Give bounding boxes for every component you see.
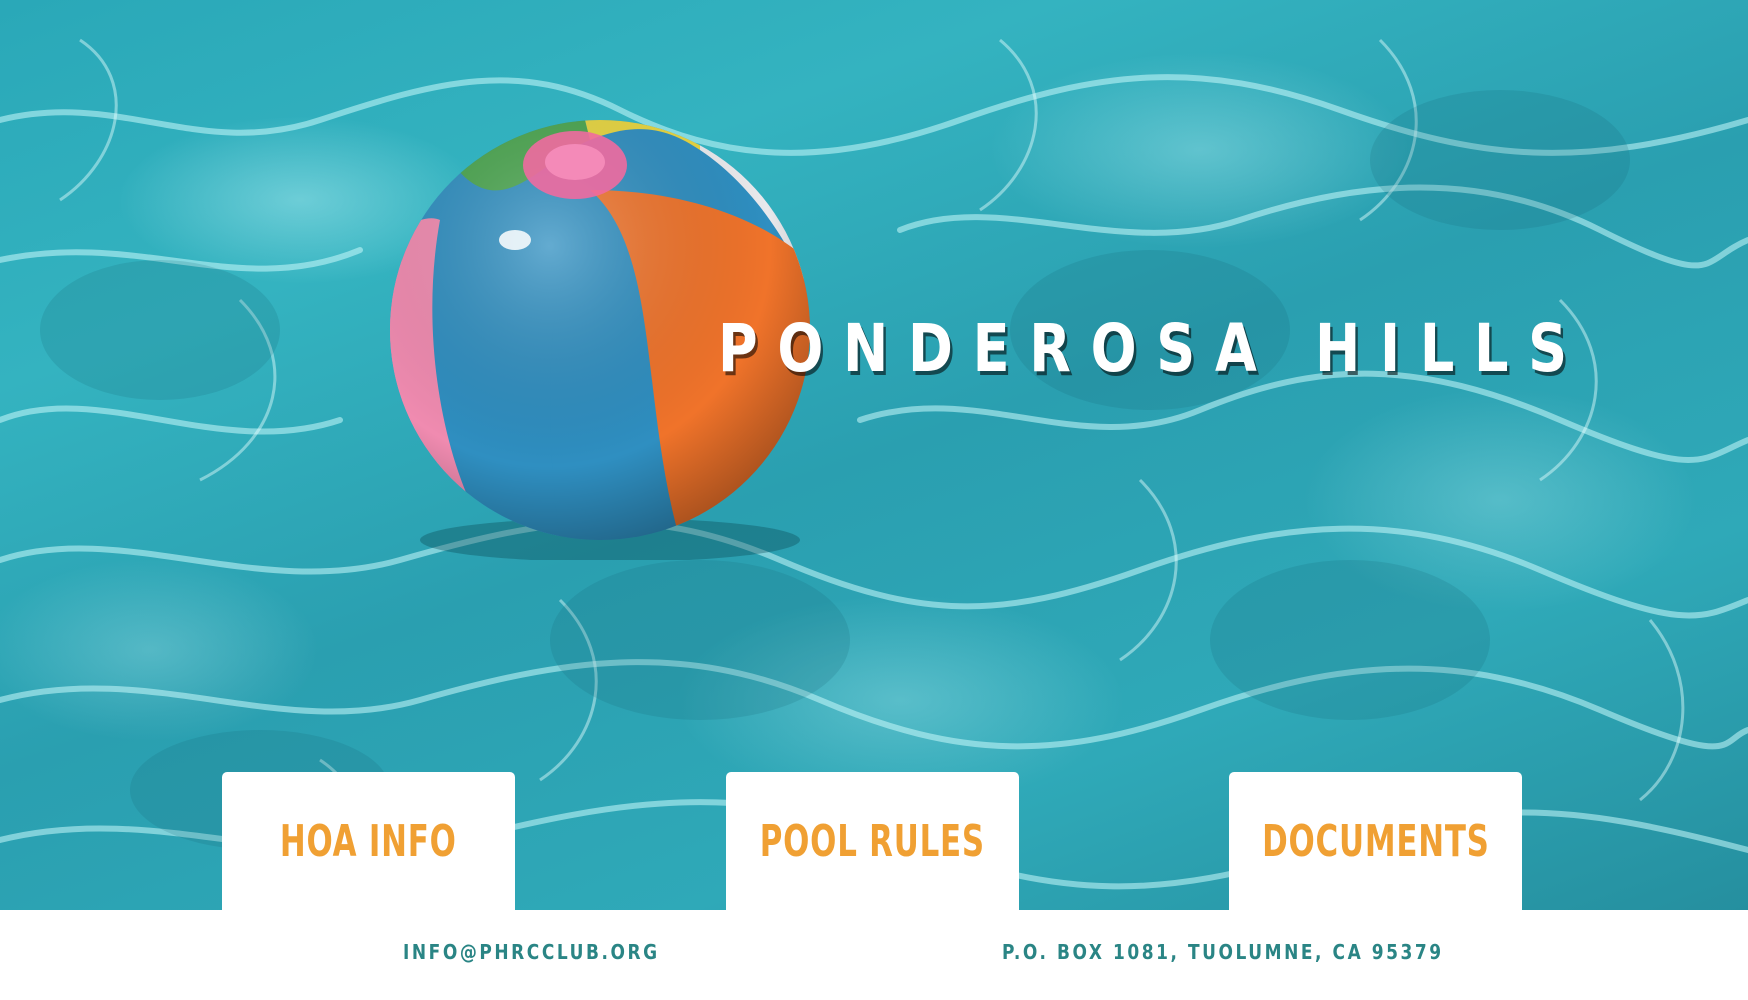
documents-button[interactable]: DOCUMENTS <box>1229 772 1522 910</box>
page-title: PONDEROSA HILLS <box>718 310 1587 387</box>
documents-label: DOCUMENTS <box>1261 815 1490 867</box>
footer: INFO@PHRCCLUB.ORG P.O. BOX 1081, TUOLUMN… <box>0 910 1748 1000</box>
page: PONDEROSA HILLS HOA INFO POOL RULES DOCU… <box>0 0 1748 1000</box>
hoa-info-button[interactable]: HOA INFO <box>222 772 515 910</box>
hoa-info-label: HOA INFO <box>280 815 457 867</box>
pool-rules-button[interactable]: POOL RULES <box>726 772 1019 910</box>
footer-email-link[interactable]: INFO@PHRCCLUB.ORG <box>403 940 660 964</box>
hero-banner: PONDEROSA HILLS HOA INFO POOL RULES DOCU… <box>0 0 1748 910</box>
pool-rules-label: POOL RULES <box>759 815 986 867</box>
footer-address: P.O. BOX 1081, TUOLUMNE, CA 95379 <box>1002 940 1444 964</box>
